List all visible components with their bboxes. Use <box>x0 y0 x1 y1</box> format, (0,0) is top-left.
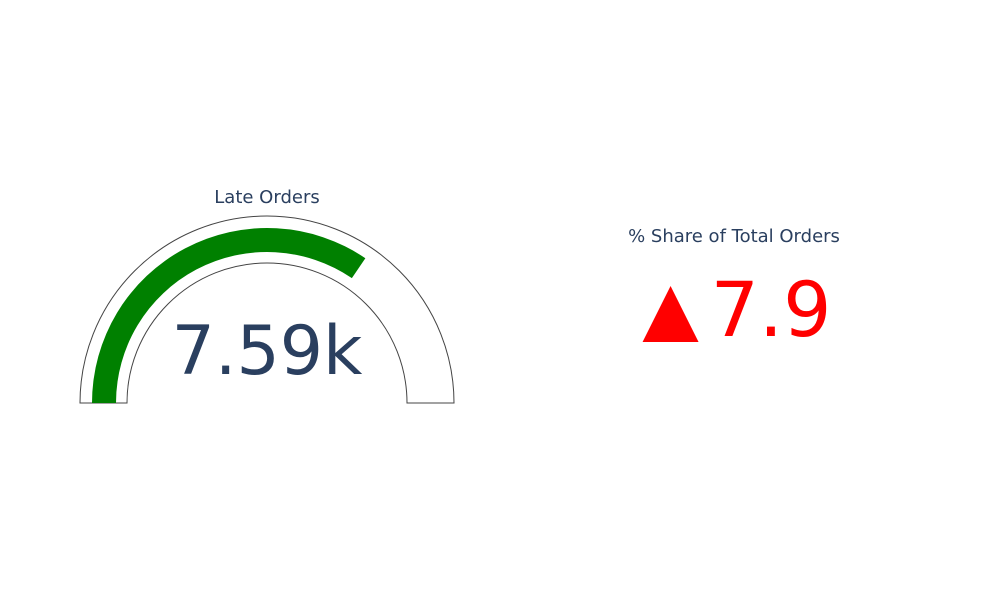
delta-title: % Share of Total Orders <box>628 226 840 247</box>
gauge-title: Late Orders <box>214 187 320 208</box>
gauge-chart <box>79 215 455 404</box>
indicator-figure: Late Orders 7.59k % Share of Total Order… <box>0 0 1000 600</box>
gauge-value: 7.59k <box>171 312 363 391</box>
up-triangle-icon <box>642 286 699 342</box>
delta-value: 7.9 <box>710 265 832 354</box>
delta-indicator: 7.9 <box>642 265 832 354</box>
